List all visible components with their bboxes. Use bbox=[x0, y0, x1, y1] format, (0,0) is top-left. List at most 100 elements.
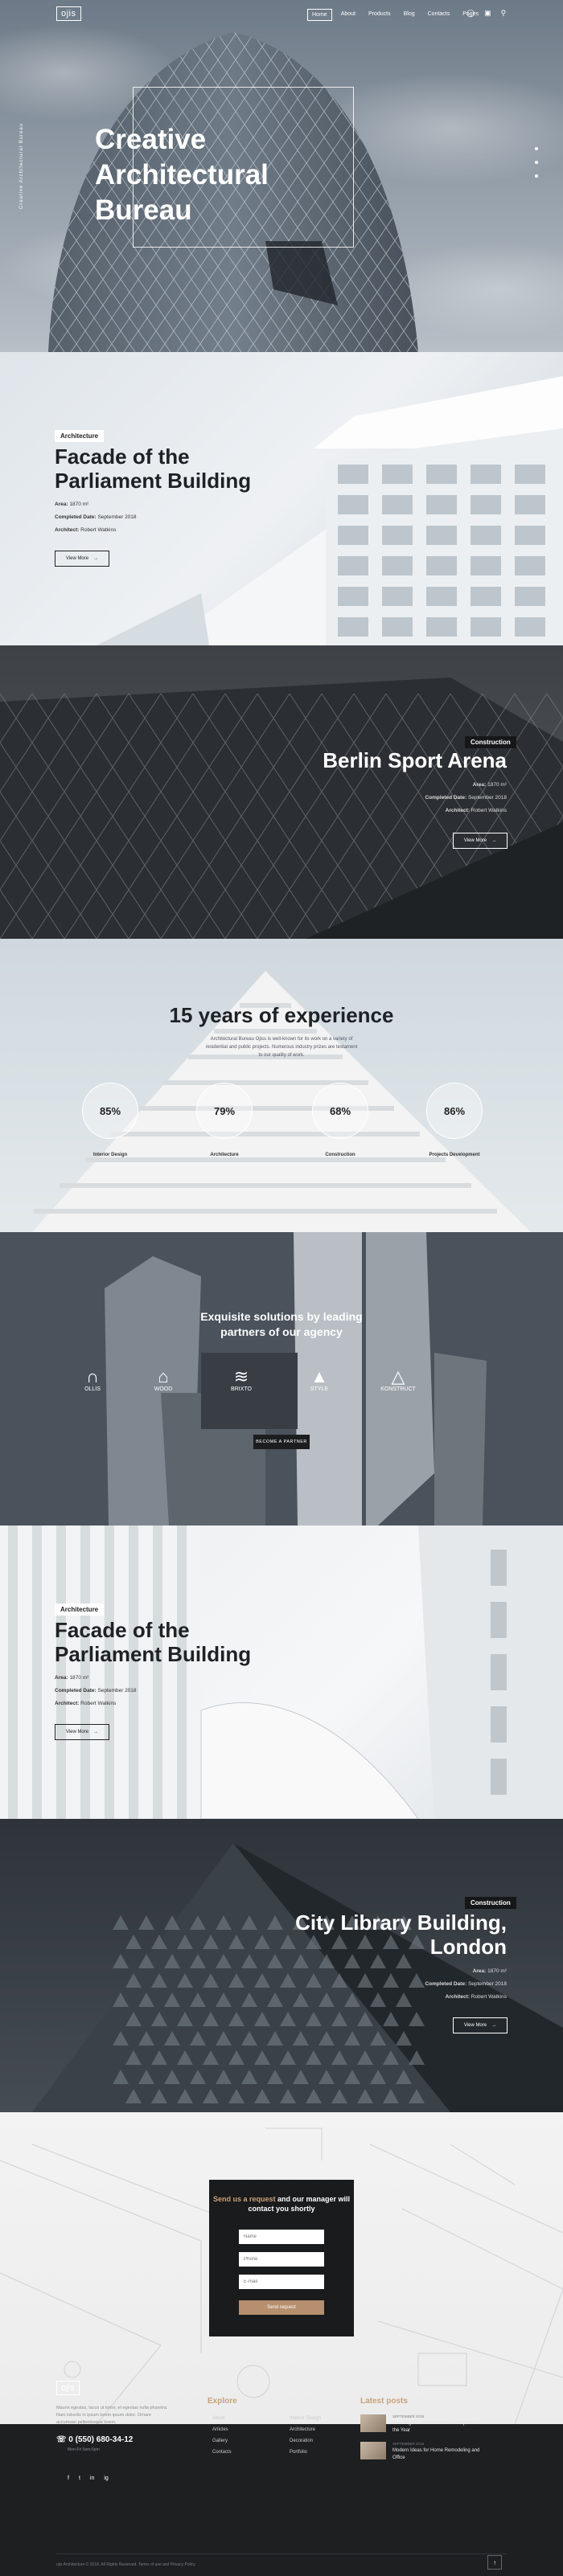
project-1-view-more-button[interactable]: View More → bbox=[55, 551, 109, 567]
stat-label-projects: Projects Development bbox=[429, 1153, 480, 1157]
hero-side-text: Creative Architectural Bureau bbox=[19, 122, 24, 209]
architect-value: Robert Watkins bbox=[80, 527, 117, 533]
stat-circle-construction: 68% bbox=[312, 1083, 368, 1139]
footer-link-gallery[interactable]: Gallery bbox=[212, 2439, 228, 2443]
nav-item-home[interactable]: Home bbox=[307, 9, 332, 21]
footer-link-portfolio[interactable]: Portfolio bbox=[290, 2450, 307, 2455]
request-form-title: Send us a request and our manager will c… bbox=[209, 2194, 354, 2214]
project-3-title-line1: Facade of the bbox=[55, 1618, 190, 1642]
send-request-button[interactable]: Send request bbox=[239, 2300, 324, 2315]
ollis-logo-icon: ∩ bbox=[86, 1366, 99, 1386]
slider-dot[interactable] bbox=[535, 147, 538, 150]
footer-logo[interactable]: ojis bbox=[56, 2381, 80, 2395]
experience-section: 15 years of experience Architectural Bur… bbox=[0, 939, 563, 1232]
partners-title-line2: partners of our agency bbox=[220, 1325, 343, 1338]
email-input[interactable] bbox=[239, 2275, 324, 2289]
post-title[interactable]: Most Significant Architectural Projects … bbox=[392, 2420, 481, 2435]
project-4-title-line1: City Library Building, bbox=[295, 1910, 507, 1935]
footer-divider bbox=[56, 2553, 507, 2554]
post-date: SEPTEMBER 2018 bbox=[392, 2414, 425, 2418]
main-nav: Home About Products Blog Contacts Pages bbox=[307, 9, 483, 21]
back-to-top-button[interactable]: ↑ bbox=[487, 2555, 502, 2570]
style-logo-icon: ▲ bbox=[310, 1366, 328, 1386]
stat-circle-projects: 86% bbox=[426, 1083, 483, 1139]
name-input[interactable] bbox=[239, 2230, 324, 2244]
post-title[interactable]: Modern Ideas for Home Remodeling and Off… bbox=[392, 2447, 481, 2462]
footer-link-decoration[interactable]: Decoration bbox=[290, 2439, 313, 2443]
experience-text: Architectural Bureau Ojiss is well-known… bbox=[205, 1037, 358, 1058]
view-more-label: View More bbox=[65, 556, 89, 561]
footer-link-interior-design[interactable]: Interior Design bbox=[290, 2416, 321, 2421]
partner-logo-brixto[interactable]: ≋ BRIXTO bbox=[213, 1367, 269, 1393]
partner-name: STYLE bbox=[310, 1386, 329, 1392]
area-value: 1870 m² bbox=[487, 782, 507, 788]
footer-posts-heading: Latest posts bbox=[360, 2397, 408, 2406]
completed-label: Completed Date: bbox=[55, 1688, 97, 1693]
partners-title: Exquisite solutions by leading partners … bbox=[0, 1309, 563, 1340]
page: ojis Home About Products Blog Contacts P… bbox=[0, 0, 563, 2576]
architect-label: Architect: bbox=[55, 1701, 80, 1706]
area-value: 1870 m² bbox=[69, 502, 89, 507]
architect-label: Architect: bbox=[55, 527, 80, 533]
footer-about-text: Mauris egestas, lacus ut tortor, et eges… bbox=[56, 2406, 168, 2425]
become-partner-button[interactable]: BECOME A PARTNER bbox=[253, 1435, 310, 1449]
area-value: 1870 m² bbox=[69, 1675, 89, 1681]
footer-link-contacts[interactable]: Contacts bbox=[212, 2450, 232, 2455]
footer-link-articles[interactable]: Articles bbox=[212, 2427, 228, 2432]
nav-item-contacts[interactable]: Contacts bbox=[424, 9, 454, 21]
footer-link-about[interactable]: About bbox=[212, 2416, 225, 2421]
partner-name: WOOD bbox=[154, 1386, 173, 1392]
phone-icon: ☏ bbox=[56, 2435, 69, 2444]
partner-logo-style[interactable]: ▲ STYLE bbox=[291, 1366, 347, 1393]
view-more-label: View More bbox=[65, 1730, 89, 1734]
project-2-view-more-button[interactable]: View More → bbox=[453, 833, 508, 849]
completed-value: September 2018 bbox=[97, 514, 137, 520]
partner-logo-konstruct[interactable]: △ KONSTRUCT bbox=[370, 1366, 426, 1393]
nav-item-products[interactable]: Products bbox=[364, 9, 395, 21]
phone-input[interactable] bbox=[239, 2252, 324, 2267]
linkedin-icon[interactable]: in bbox=[90, 2476, 94, 2481]
project-3-badge: Architecture bbox=[55, 1603, 105, 1616]
post-date: SEPTEMBER 2018 bbox=[392, 2442, 425, 2446]
project-4-title: City Library Building, London bbox=[295, 1910, 507, 1959]
architect-value: Robert Watkins bbox=[471, 808, 507, 813]
slider-dot[interactable] bbox=[535, 174, 538, 178]
area-label: Area: bbox=[55, 1675, 68, 1681]
arrow-right-icon: → bbox=[93, 1730, 99, 1734]
footer-link-architecture[interactable]: Architecture bbox=[290, 2427, 315, 2432]
slider-dot[interactable] bbox=[535, 161, 538, 164]
site-logo[interactable]: ojis bbox=[56, 6, 81, 21]
arrow-right-icon: → bbox=[491, 2023, 497, 2028]
project-3-view-more-button[interactable]: View More → bbox=[55, 1724, 109, 1740]
hero-title-line3: Bureau bbox=[95, 195, 192, 226]
footer-phone[interactable]: ☏ 0 (550) 680-34-12 bbox=[56, 2435, 133, 2444]
konstruct-logo-icon: △ bbox=[391, 1366, 405, 1386]
project-2-badge: Construction bbox=[465, 736, 516, 748]
search-icon[interactable]: ⚲ bbox=[501, 10, 507, 17]
project-4-view-more-button[interactable]: View More → bbox=[453, 2017, 508, 2033]
post-thumbnail[interactable] bbox=[360, 2414, 386, 2432]
partner-name: OLLIS bbox=[84, 1386, 101, 1392]
stat-label-interior: Interior Design bbox=[92, 1153, 128, 1157]
project-section-3: Architecture Facade of the Parliament Bu… bbox=[0, 1526, 563, 1819]
area-value: 1870 m² bbox=[487, 1968, 507, 1974]
nav-item-about[interactable]: About bbox=[337, 9, 360, 21]
header-icons: ◯ ▣ ⚲ bbox=[466, 10, 506, 17]
twitter-icon[interactable]: t bbox=[79, 2476, 80, 2481]
partner-logo-ollis[interactable]: ∩ OLLIS bbox=[64, 1366, 121, 1393]
facebook-icon[interactable]: f bbox=[68, 2476, 69, 2481]
instagram-icon[interactable]: ig bbox=[104, 2476, 108, 2481]
nav-item-blog[interactable]: Blog bbox=[400, 9, 419, 21]
footer-copyright: ojis Architecture © 2018. All Rights Res… bbox=[56, 2562, 195, 2567]
partners-section: Exquisite solutions by leading partners … bbox=[0, 1232, 563, 1526]
area-label: Area: bbox=[55, 502, 68, 507]
project-3-meta: Area: 1870 m² Completed Date: September … bbox=[55, 1672, 137, 1710]
architect-value: Robert Watkins bbox=[471, 1994, 507, 2000]
user-icon[interactable]: ◯ bbox=[466, 10, 475, 17]
request-form: Send us a request and our manager will c… bbox=[209, 2180, 354, 2336]
request-title-accent: Send us a request bbox=[212, 2195, 276, 2203]
partner-logo-wood[interactable]: ⌂ WOOD bbox=[135, 1367, 191, 1393]
cart-icon[interactable]: ▣ bbox=[484, 10, 491, 17]
post-thumbnail[interactable] bbox=[360, 2442, 386, 2459]
project-1-badge: Architecture bbox=[55, 430, 105, 442]
